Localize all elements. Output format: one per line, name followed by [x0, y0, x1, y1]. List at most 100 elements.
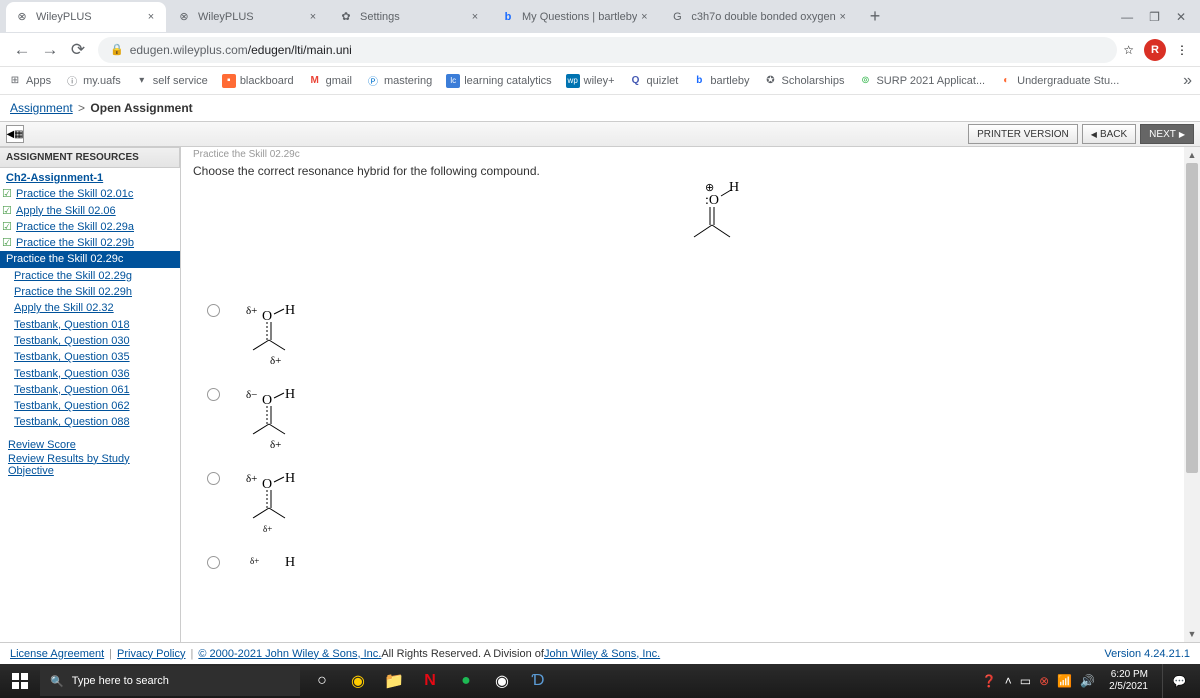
- sidebar-item[interactable]: Testbank, Question 036: [0, 366, 180, 382]
- tab-2[interactable]: ⊗ WileyPLUS ×: [168, 2, 328, 32]
- profile-avatar[interactable]: R: [1144, 39, 1166, 61]
- bookmark-selfservice[interactable]: ▾self service: [135, 74, 208, 88]
- security-icon[interactable]: ⊗: [1039, 674, 1049, 688]
- battery-icon[interactable]: ▭: [1020, 674, 1031, 688]
- compound-structure: ⊕ H :O: [661, 177, 751, 257]
- review-results-link[interactable]: Review Results by Study Objective: [8, 453, 172, 477]
- new-tab-button[interactable]: +: [860, 6, 891, 27]
- help-icon[interactable]: ❓: [982, 674, 997, 688]
- sidebar-item[interactable]: Practice the Skill 02.29b: [0, 235, 180, 251]
- url-input[interactable]: 🔒 edugen.wileyplus.com/edugen/lti/main.u…: [98, 37, 1117, 63]
- structure-1: δ+ H O δ+: [240, 300, 320, 370]
- date-text: 2/5/2021: [1109, 681, 1148, 693]
- bookmarks-overflow[interactable]: »: [1183, 72, 1192, 90]
- menu-icon[interactable]: ⋮: [1176, 43, 1188, 57]
- scroll-down[interactable]: ▼: [1184, 626, 1200, 642]
- close-icon[interactable]: ×: [468, 10, 482, 24]
- content-area: Practice the Skill 02.29c Choose the cor…: [181, 147, 1184, 642]
- bookmark-surp[interactable]: ⊚SURP 2021 Applicat...: [858, 74, 985, 88]
- chrome2-icon[interactable]: ◉: [486, 665, 518, 697]
- privacy-link[interactable]: Privacy Policy: [117, 648, 185, 660]
- bookmark-undergrad[interactable]: ◐Undergraduate Stu...: [999, 74, 1119, 88]
- structure-2: δ− H O δ+: [240, 384, 320, 454]
- bookmark-apps[interactable]: ⊞Apps: [8, 74, 51, 88]
- version-text: Version 4.24.21.1: [1104, 648, 1190, 660]
- netflix-icon[interactable]: N: [414, 665, 446, 697]
- close-icon[interactable]: ×: [836, 10, 850, 24]
- printer-version-button[interactable]: PRINTER VERSION: [968, 124, 1078, 144]
- tab-3[interactable]: ✿ Settings ×: [330, 2, 490, 32]
- notifications-icon[interactable]: 💬: [1162, 664, 1196, 698]
- bookmark-blackboard[interactable]: ▪blackboard: [222, 74, 294, 88]
- sidebar-item[interactable]: Practice the Skill 02.29a: [0, 219, 180, 235]
- sidebar-item[interactable]: Testbank, Question 030: [0, 333, 180, 349]
- breadcrumb-root[interactable]: Assignment: [10, 101, 73, 115]
- sidebar-item[interactable]: Practice the Skill 02.29g: [0, 268, 180, 284]
- copyright-link[interactable]: © 2000-2021 John Wiley & Sons, Inc.: [198, 648, 381, 660]
- sidebar-item[interactable]: Apply the Skill 02.06: [0, 203, 180, 219]
- sidebar-item[interactable]: Testbank, Question 088: [0, 414, 180, 430]
- sidebar-item[interactable]: Practice the Skill 02.01c: [0, 186, 180, 202]
- explorer-icon[interactable]: 📁: [378, 665, 410, 697]
- bookmark-gmail[interactable]: Mgmail: [308, 74, 352, 88]
- scroll-thumb[interactable]: [1186, 163, 1198, 473]
- taskbar: 🔍 Type here to search ○ ◉ 📁 N ● ◉ Ɗ ❓ ˄ …: [0, 664, 1200, 698]
- clock[interactable]: 6:20 PM 2/5/2021: [1103, 669, 1154, 693]
- tab-5[interactable]: G c3h7o double bonded oxygen ×: [661, 2, 857, 32]
- scrollbar[interactable]: ▲ ▼: [1184, 147, 1200, 642]
- sidebar-item[interactable]: Apply the Skill 02.32: [0, 300, 180, 316]
- close-icon[interactable]: ×: [144, 10, 158, 24]
- forward-button[interactable]: →: [36, 36, 64, 64]
- sidebar-item[interactable]: Testbank, Question 035: [0, 349, 180, 365]
- bookmark-wiley[interactable]: wpwiley+: [566, 74, 615, 88]
- assignment-title-link[interactable]: Ch2-Assignment-1: [0, 170, 180, 186]
- close-icon[interactable]: ×: [637, 10, 651, 24]
- reload-button[interactable]: ⟳: [64, 36, 92, 64]
- wifi-icon[interactable]: 📶: [1057, 674, 1072, 688]
- tab-1[interactable]: ⊗ WileyPLUS ×: [6, 2, 166, 32]
- radio-button[interactable]: [207, 304, 220, 317]
- disney-icon[interactable]: Ɗ: [522, 665, 554, 697]
- sidebar-item[interactable]: Testbank, Question 018: [0, 317, 180, 333]
- scroll-up[interactable]: ▲: [1184, 147, 1200, 163]
- bm-icon: ▾: [135, 74, 149, 88]
- bookmark-scholarships[interactable]: ✪Scholarships: [763, 74, 844, 88]
- cortana-icon[interactable]: ○: [306, 665, 338, 697]
- start-button[interactable]: [0, 664, 40, 698]
- back-button[interactable]: ←: [8, 36, 36, 64]
- radio-button[interactable]: [207, 388, 220, 401]
- radio-button[interactable]: [207, 556, 220, 569]
- bookmark-lc[interactable]: lclearning catalytics: [446, 74, 551, 88]
- chrome-icon[interactable]: ◉: [342, 665, 374, 697]
- assignment-toolbar: ◀▦ PRINTER VERSION BACK NEXT: [0, 121, 1200, 147]
- maximize-icon[interactable]: ❐: [1149, 10, 1160, 24]
- close-icon[interactable]: ×: [306, 10, 320, 24]
- radio-button[interactable]: [207, 472, 220, 485]
- sidebar-item[interactable]: Testbank, Question 061: [0, 382, 180, 398]
- back-button[interactable]: BACK: [1082, 124, 1136, 144]
- svg-text:O: O: [262, 309, 272, 324]
- wiley-link[interactable]: John Wiley & Sons, Inc.: [544, 648, 660, 660]
- collapse-sidebar-button[interactable]: ◀▦: [6, 125, 24, 143]
- license-link[interactable]: License Agreement: [10, 648, 104, 660]
- spotify-icon[interactable]: ●: [450, 665, 482, 697]
- sidebar-item[interactable]: Practice the Skill 02.29h: [0, 284, 180, 300]
- bm-icon: b: [692, 74, 706, 88]
- sidebar-item-current[interactable]: Practice the Skill 02.29c: [0, 251, 180, 267]
- chevron-up-icon[interactable]: ˄: [1005, 674, 1012, 688]
- review-score-link[interactable]: Review Score: [8, 439, 172, 451]
- search-input[interactable]: 🔍 Type here to search: [40, 666, 300, 696]
- next-button[interactable]: NEXT: [1140, 124, 1194, 144]
- sound-icon[interactable]: 🔊: [1080, 674, 1095, 688]
- star-icon[interactable]: ☆: [1123, 43, 1134, 57]
- bookmark-quizlet[interactable]: Qquizlet: [629, 74, 679, 88]
- tab-4[interactable]: b My Questions | bartleby ×: [492, 2, 659, 32]
- sidebar-item[interactable]: Testbank, Question 062: [0, 398, 180, 414]
- bookmark-mastering[interactable]: Ⓟmastering: [366, 74, 432, 88]
- svg-text:δ−: δ−: [246, 389, 257, 401]
- bookmark-bartleby[interactable]: bbartleby: [692, 74, 749, 88]
- close-window-icon[interactable]: ✕: [1176, 10, 1186, 24]
- minimize-icon[interactable]: —: [1121, 10, 1133, 24]
- bookmark-myuafs[interactable]: ⓘmy.uafs: [65, 74, 121, 88]
- bm-icon: ✪: [763, 74, 777, 88]
